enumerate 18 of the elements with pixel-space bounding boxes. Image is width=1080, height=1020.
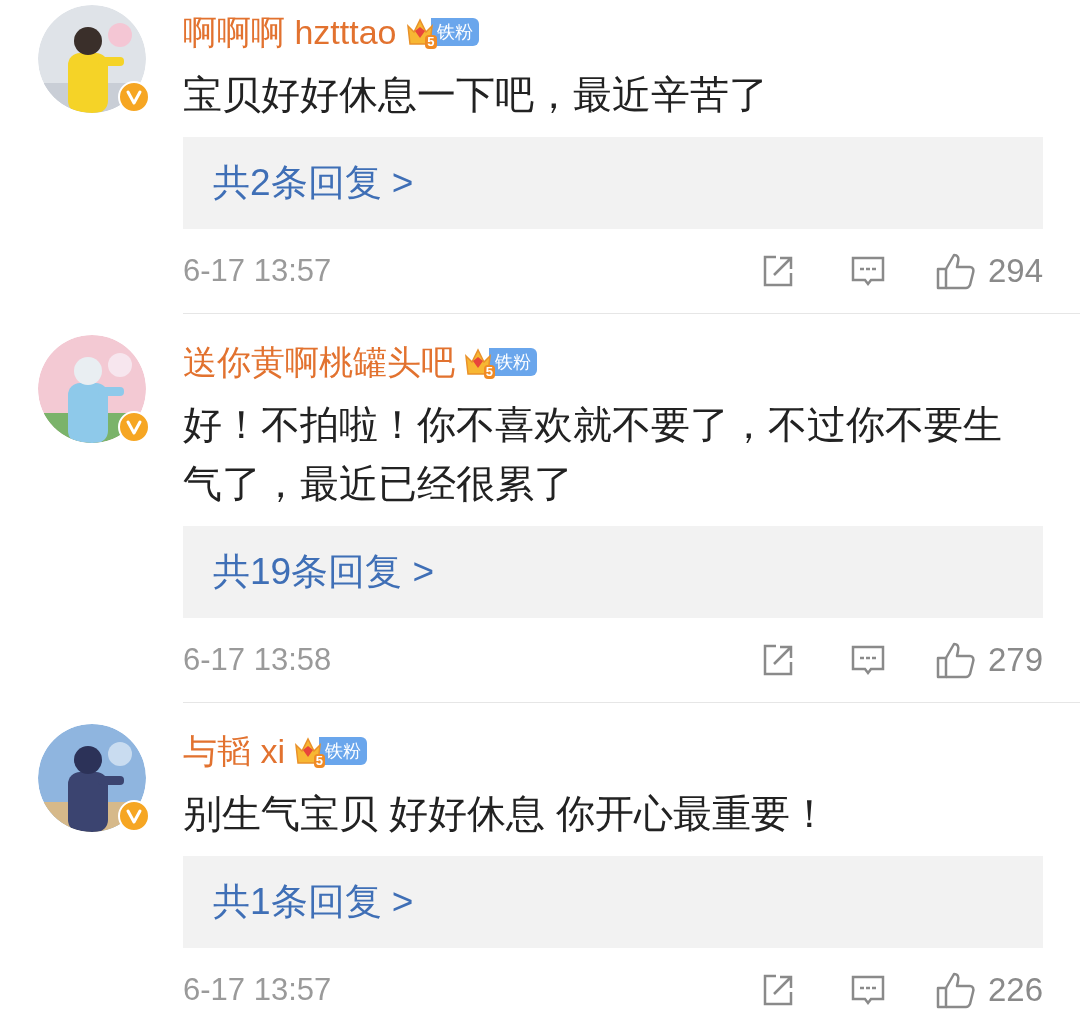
user-name[interactable]: 送你黄啊桃罐头吧 xyxy=(183,342,455,382)
like-count: 226 xyxy=(987,972,1043,1008)
timestamp: 6-17 13:57 xyxy=(183,253,333,289)
comment-text: 好！不拍啦！你不喜欢就不要了，不过你不要生气了，最近已经很累了 xyxy=(183,402,1003,507)
timestamp: 6-17 13:57 xyxy=(183,972,333,1008)
timestamp: 6-17 13:58 xyxy=(183,642,333,678)
replies-link[interactable]: 共1条回复 > xyxy=(183,856,1043,948)
thumbs-up-icon[interactable] xyxy=(935,641,976,679)
replies-link[interactable]: 共19条回复 > xyxy=(183,526,1043,618)
thumbs-up-icon[interactable] xyxy=(935,971,976,1009)
thumbs-up-icon[interactable] xyxy=(935,252,976,290)
comment-text: 宝贝好好休息一下吧，最近辛苦了 xyxy=(183,72,769,118)
like-count: 294 xyxy=(987,253,1043,289)
comment-text: 别生气宝贝 好好休息 你开心最重要！ xyxy=(183,791,830,837)
user-name[interactable]: 啊啊啊 hztttao xyxy=(183,12,397,52)
like-count: 279 xyxy=(987,642,1043,678)
user-name[interactable]: 与韬 xi xyxy=(183,731,285,771)
replies-link[interactable]: 共2条回复 > xyxy=(183,137,1043,229)
